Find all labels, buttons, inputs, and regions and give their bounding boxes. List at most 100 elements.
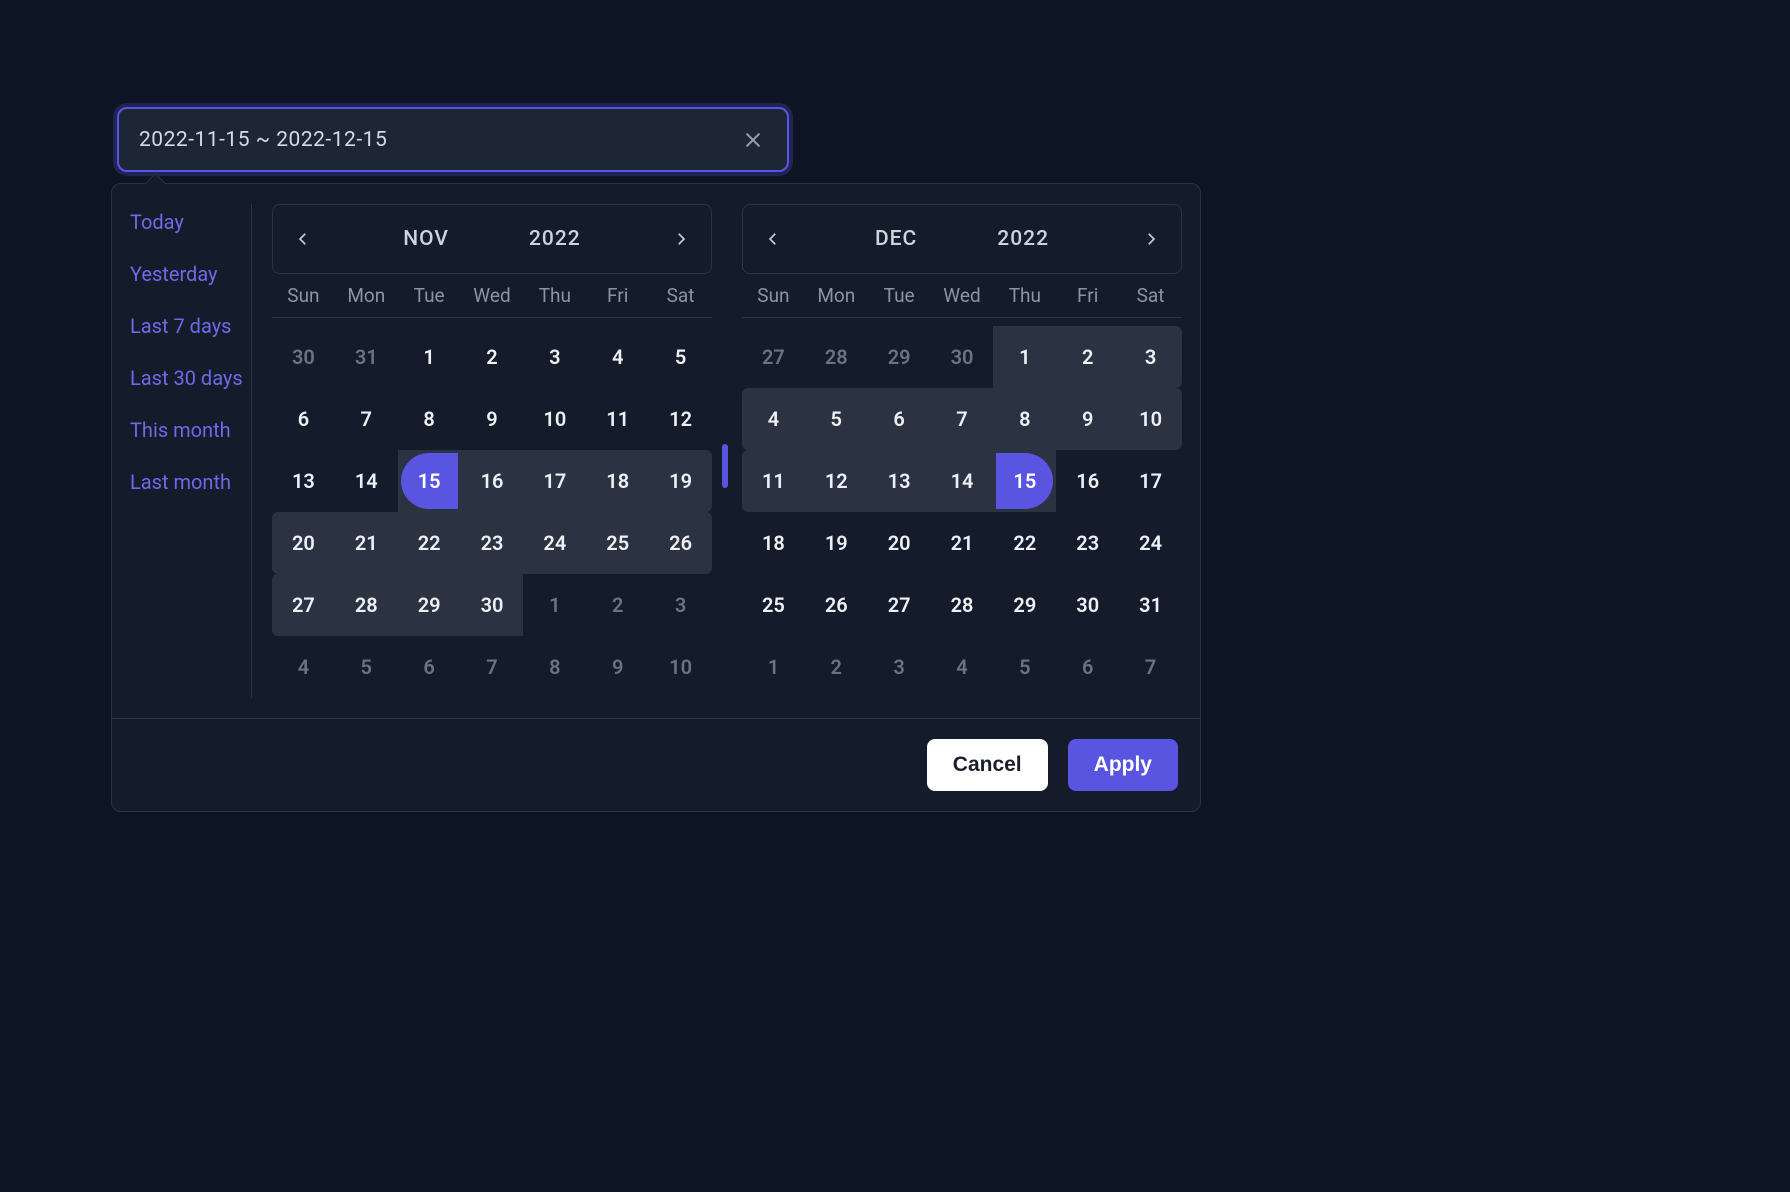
day-cell[interactable]: 8 — [523, 636, 586, 698]
day-cell[interactable]: 13 — [868, 450, 931, 512]
day-cell[interactable]: 20 — [272, 512, 335, 574]
day-cell[interactable]: 6 — [272, 388, 335, 450]
day-cell[interactable]: 30 — [1056, 574, 1119, 636]
day-cell[interactable]: 6 — [1056, 636, 1119, 698]
day-cell[interactable]: 5 — [993, 636, 1056, 698]
month-label[interactable]: DEC — [875, 227, 917, 251]
day-cell[interactable]: 17 — [523, 450, 586, 512]
day-cell[interactable]: 25 — [586, 512, 649, 574]
clear-button[interactable] — [739, 126, 767, 154]
day-cell[interactable]: 30 — [461, 574, 524, 636]
next-month-button[interactable] — [665, 223, 697, 255]
day-cell[interactable]: 2 — [1056, 326, 1119, 388]
day-cell[interactable]: 18 — [742, 512, 805, 574]
day-cell[interactable]: 22 — [993, 512, 1056, 574]
next-month-button[interactable] — [1135, 223, 1167, 255]
day-cell[interactable]: 23 — [1056, 512, 1119, 574]
day-cell[interactable]: 10 — [1119, 388, 1182, 450]
day-cell[interactable]: 27 — [742, 326, 805, 388]
day-cell[interactable]: 3 — [1119, 326, 1182, 388]
day-cell[interactable]: 26 — [649, 512, 712, 574]
day-cell[interactable]: 9 — [586, 636, 649, 698]
day-cell[interactable]: 1 — [523, 574, 586, 636]
year-label[interactable]: 2022 — [997, 227, 1049, 251]
day-cell[interactable]: 10 — [649, 636, 712, 698]
day-cell[interactable]: 6 — [868, 388, 931, 450]
day-cell[interactable]: 5 — [335, 636, 398, 698]
day-cell[interactable]: 30 — [272, 326, 335, 388]
day-cell[interactable]: 31 — [1119, 574, 1182, 636]
day-cell[interactable]: 16 — [1056, 450, 1119, 512]
cancel-button[interactable]: Cancel — [927, 739, 1048, 791]
day-cell[interactable]: 27 — [272, 574, 335, 636]
preset-last-7-days[interactable]: Last 7 days — [130, 314, 245, 338]
day-cell[interactable]: 1 — [742, 636, 805, 698]
day-cell[interactable]: 1 — [993, 326, 1056, 388]
day-cell[interactable]: 9 — [461, 388, 524, 450]
day-cell[interactable]: 18 — [586, 450, 649, 512]
day-cell[interactable]: 31 — [335, 326, 398, 388]
day-cell[interactable]: 16 — [461, 450, 524, 512]
day-cell[interactable]: 14 — [335, 450, 398, 512]
date-range-input[interactable]: 2022-11-15 ~ 2022-12-15 — [117, 107, 789, 172]
day-cell[interactable]: 2 — [586, 574, 649, 636]
preset-last-month[interactable]: Last month — [130, 470, 245, 494]
day-cell[interactable]: 2 — [805, 636, 868, 698]
day-cell[interactable]: 30 — [931, 326, 994, 388]
day-cell[interactable]: 4 — [742, 388, 805, 450]
preset-this-month[interactable]: This month — [130, 418, 245, 442]
day-cell[interactable]: 28 — [931, 574, 994, 636]
day-cell[interactable]: 3 — [523, 326, 586, 388]
day-cell[interactable]: 24 — [1119, 512, 1182, 574]
day-cell[interactable]: 15 — [398, 450, 461, 512]
preset-today[interactable]: Today — [130, 210, 245, 234]
day-cell[interactable]: 12 — [649, 388, 712, 450]
day-cell[interactable]: 19 — [805, 512, 868, 574]
day-cell[interactable]: 10 — [523, 388, 586, 450]
day-cell[interactable]: 8 — [993, 388, 1056, 450]
day-cell[interactable]: 3 — [649, 574, 712, 636]
day-cell[interactable]: 28 — [805, 326, 868, 388]
month-label[interactable]: NOV — [403, 227, 449, 251]
prev-month-button[interactable] — [757, 223, 789, 255]
day-cell[interactable]: 25 — [742, 574, 805, 636]
day-cell[interactable]: 6 — [398, 636, 461, 698]
day-cell[interactable]: 5 — [649, 326, 712, 388]
day-cell[interactable]: 11 — [742, 450, 805, 512]
day-cell[interactable]: 8 — [398, 388, 461, 450]
day-cell[interactable]: 1 — [398, 326, 461, 388]
day-cell[interactable]: 4 — [586, 326, 649, 388]
day-cell[interactable]: 7 — [461, 636, 524, 698]
day-cell[interactable]: 29 — [398, 574, 461, 636]
day-cell[interactable]: 21 — [931, 512, 994, 574]
day-cell[interactable]: 22 — [398, 512, 461, 574]
day-cell[interactable]: 3 — [868, 636, 931, 698]
day-cell[interactable]: 7 — [1119, 636, 1182, 698]
day-cell[interactable]: 7 — [335, 388, 398, 450]
preset-last-30-days[interactable]: Last 30 days — [130, 366, 245, 390]
day-cell[interactable]: 17 — [1119, 450, 1182, 512]
day-cell[interactable]: 24 — [523, 512, 586, 574]
day-cell[interactable]: 28 — [335, 574, 398, 636]
day-cell[interactable]: 11 — [586, 388, 649, 450]
day-cell[interactable]: 26 — [805, 574, 868, 636]
day-cell[interactable]: 4 — [931, 636, 994, 698]
day-cell[interactable]: 4 — [272, 636, 335, 698]
day-cell[interactable]: 5 — [805, 388, 868, 450]
day-cell[interactable]: 2 — [461, 326, 524, 388]
day-cell[interactable]: 20 — [868, 512, 931, 574]
day-cell[interactable]: 13 — [272, 450, 335, 512]
apply-button[interactable]: Apply — [1068, 739, 1178, 791]
day-cell[interactable]: 9 — [1056, 388, 1119, 450]
prev-month-button[interactable] — [287, 223, 319, 255]
day-cell[interactable]: 7 — [931, 388, 994, 450]
day-cell[interactable]: 23 — [461, 512, 524, 574]
day-cell[interactable]: 19 — [649, 450, 712, 512]
day-cell[interactable]: 21 — [335, 512, 398, 574]
day-cell[interactable]: 12 — [805, 450, 868, 512]
day-cell[interactable]: 14 — [931, 450, 994, 512]
year-label[interactable]: 2022 — [529, 227, 581, 251]
day-cell[interactable]: 29 — [868, 326, 931, 388]
day-cell[interactable]: 29 — [993, 574, 1056, 636]
day-cell[interactable]: 15 — [993, 450, 1056, 512]
